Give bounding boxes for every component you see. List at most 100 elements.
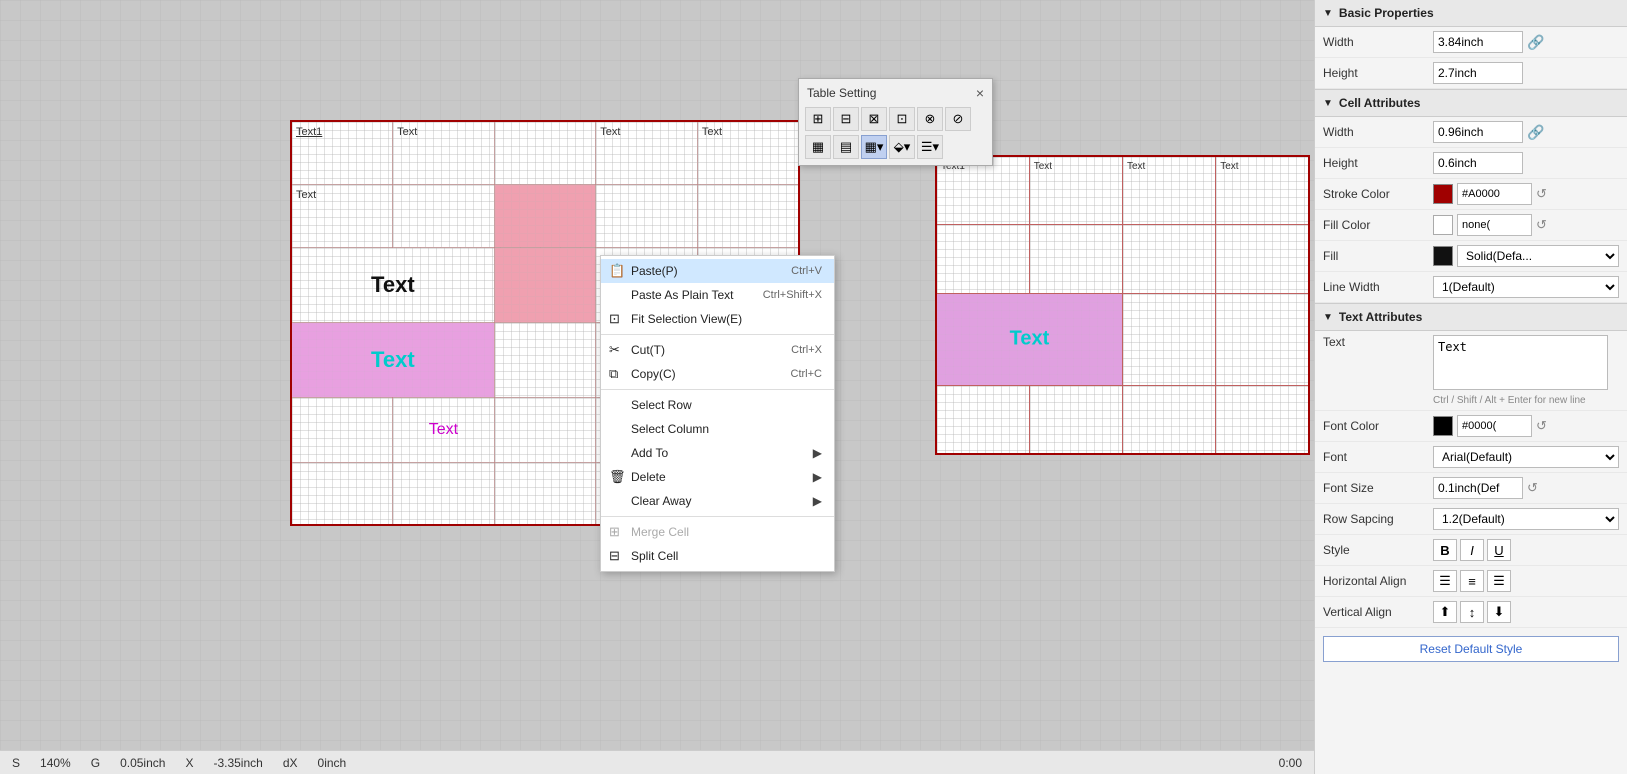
align-right-button[interactable]: ☰ (1487, 570, 1511, 592)
width-input[interactable] (1433, 31, 1523, 53)
valign-top-button[interactable]: ⬆ (1433, 601, 1457, 623)
ts-icon-11[interactable]: ☰▾ (917, 135, 943, 159)
table-cell[interactable] (291, 462, 393, 525)
table-cell[interactable]: Text (1123, 156, 1216, 225)
table-row[interactable]: Text (936, 294, 1309, 386)
table-cell[interactable]: Text1 (291, 121, 393, 184)
table-cell[interactable] (1029, 225, 1122, 294)
table-cell[interactable]: Text (1216, 156, 1309, 225)
table-cell[interactable] (494, 462, 596, 525)
table-cell[interactable] (1123, 225, 1216, 294)
link-dimensions-icon[interactable]: 🔗 (1527, 34, 1544, 51)
ts-icon-1[interactable]: ⊞ (805, 107, 831, 131)
font-dropdown[interactable]: Arial(Default) (1433, 446, 1619, 468)
ts-icon-8[interactable]: ▤ (833, 135, 859, 159)
table-cell[interactable] (393, 462, 495, 525)
reset-default-style-button[interactable]: Reset Default Style (1323, 636, 1619, 662)
fill-dropdown[interactable]: Solid(Defa... (1457, 245, 1619, 267)
table-cell[interactable] (1029, 385, 1122, 454)
stroke-color-refresh-icon[interactable]: ↺ (1536, 186, 1547, 202)
text-input[interactable]: Text (1433, 335, 1608, 390)
bold-button[interactable]: B (1433, 539, 1457, 561)
basic-properties-header[interactable]: ▼ Basic Properties (1315, 0, 1627, 27)
context-menu-delete[interactable]: 🗑 Delete ▶ (601, 465, 834, 489)
table-cell-pink[interactable] (494, 184, 596, 247)
context-menu-add-to[interactable]: Add To ▶ (601, 441, 834, 465)
table-cell[interactable] (494, 322, 596, 397)
font-color-input[interactable] (1457, 415, 1532, 437)
table-2[interactable]: Text1 Text Text Text (935, 155, 1310, 455)
ts-icon-5[interactable]: ⊗ (917, 107, 943, 131)
table-cell[interactable] (494, 121, 596, 184)
table-setting-close-button[interactable]: × (976, 85, 984, 101)
table-cell-bold[interactable]: Text (291, 247, 494, 322)
ts-icon-9[interactable]: ▦▾ (861, 135, 887, 159)
table-cell-magenta[interactable]: Text (393, 397, 495, 462)
context-menu-paste-plain[interactable]: Paste As Plain Text Ctrl+Shift+X (601, 283, 834, 307)
table-cell[interactable] (936, 225, 1029, 294)
table-cell[interactable]: Text (1029, 156, 1122, 225)
table-cell[interactable] (936, 385, 1029, 454)
font-color-refresh-icon[interactable]: ↺ (1536, 418, 1547, 434)
table-cell[interactable]: Text (596, 121, 698, 184)
table-row[interactable]: Text (291, 184, 799, 247)
table-cell[interactable] (393, 184, 495, 247)
cell-height-input[interactable] (1433, 152, 1523, 174)
stroke-color-input[interactable] (1457, 183, 1532, 205)
table-cell[interactable]: Text1 (936, 156, 1029, 225)
table-row[interactable] (936, 225, 1309, 294)
context-menu-copy[interactable]: ⧉ Copy(C) Ctrl+C (601, 362, 834, 386)
context-menu-fit-selection[interactable]: ⊡ Fit Selection View(E) (601, 307, 834, 331)
fill-color-refresh-icon[interactable]: ↺ (1536, 217, 1547, 233)
table-cell[interactable] (1216, 385, 1309, 454)
valign-bottom-button[interactable]: ⬇ (1487, 601, 1511, 623)
context-menu-paste[interactable]: 📋 Paste(P) Ctrl+V (601, 259, 834, 283)
table-cell[interactable] (697, 184, 799, 247)
table-row[interactable]: Text1 Text Text Text (936, 156, 1309, 225)
context-menu-split-cell[interactable]: ⊟ Split Cell (601, 544, 834, 568)
table-main-2[interactable]: Text1 Text Text Text (935, 155, 1310, 455)
table-cell[interactable]: Text (393, 121, 495, 184)
context-menu-select-row[interactable]: Select Row (601, 393, 834, 417)
context-menu-merge-cell[interactable]: ⊞ Merge Cell (601, 520, 834, 544)
ts-icon-7[interactable]: ▦ (805, 135, 831, 159)
table-cell[interactable]: Text (291, 184, 393, 247)
table-row[interactable] (936, 385, 1309, 454)
row-spacing-dropdown[interactable]: 1.2(Default) (1433, 508, 1619, 530)
table-cell[interactable] (494, 397, 596, 462)
underline-button[interactable]: U (1487, 539, 1511, 561)
ts-icon-4[interactable]: ⊡ (889, 107, 915, 131)
fill-pattern-swatch[interactable] (1433, 246, 1453, 266)
ts-icon-6[interactable]: ⊘ (945, 107, 971, 131)
table-cell[interactable] (596, 184, 698, 247)
cell-width-input[interactable] (1433, 121, 1523, 143)
stroke-color-swatch[interactable] (1433, 184, 1453, 204)
cell-attributes-header[interactable]: ▼ Cell Attributes (1315, 89, 1627, 117)
font-color-swatch[interactable] (1433, 416, 1453, 436)
table-cell[interactable] (1216, 225, 1309, 294)
context-menu-select-col[interactable]: Select Column (601, 417, 834, 441)
valign-middle-button[interactable]: ↕ (1460, 601, 1484, 623)
ts-icon-2[interactable]: ⊟ (833, 107, 859, 131)
line-width-dropdown[interactable]: 1(Default) (1433, 276, 1619, 298)
table-cell[interactable] (291, 397, 393, 462)
table-cell[interactable]: Text (697, 121, 799, 184)
fill-color-input[interactable] (1457, 214, 1532, 236)
align-left-button[interactable]: ☰ (1433, 570, 1457, 592)
table-row[interactable]: Text1 Text Text Text (291, 121, 799, 184)
height-input[interactable] (1433, 62, 1523, 84)
text-attributes-header[interactable]: ▼ Text Attributes (1315, 303, 1627, 331)
italic-button[interactable]: I (1460, 539, 1484, 561)
ts-icon-10[interactable]: ⬙▾ (889, 135, 915, 159)
table-cell[interactable] (1216, 294, 1309, 386)
context-menu-cut[interactable]: ✂ Cut(T) Ctrl+X (601, 338, 834, 362)
table-cell[interactable] (1123, 385, 1216, 454)
table-cell[interactable] (1123, 294, 1216, 386)
context-menu-clear-away[interactable]: Clear Away ▶ (601, 489, 834, 513)
link-cell-dimensions-icon[interactable]: 🔗 (1527, 124, 1544, 141)
table-cell-cyan[interactable]: Text (291, 322, 494, 397)
fill-color-swatch[interactable] (1433, 215, 1453, 235)
table-cell-cyan-2[interactable]: Text (936, 294, 1123, 386)
ts-icon-3[interactable]: ⊠ (861, 107, 887, 131)
align-center-button[interactable]: ≡ (1460, 570, 1484, 592)
